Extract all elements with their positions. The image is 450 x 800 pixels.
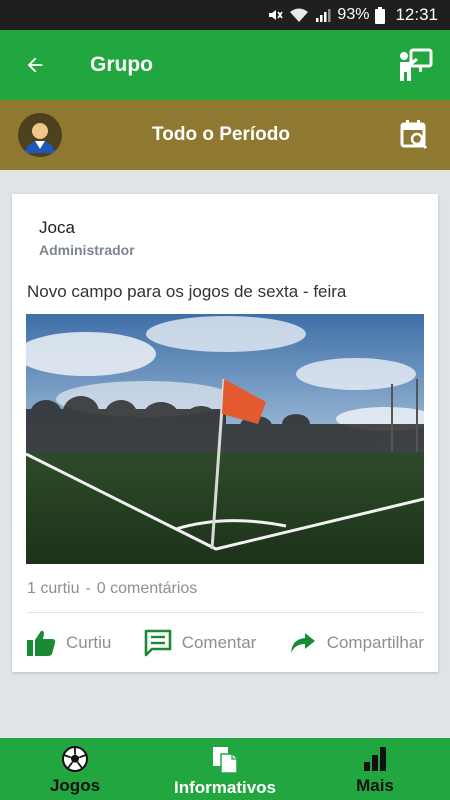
- bar-chart-icon: [364, 747, 386, 771]
- likes-count[interactable]: 1 curtiu: [27, 580, 79, 598]
- page-title: Grupo: [90, 53, 153, 76]
- nav-item-informativos[interactable]: Informativos: [150, 738, 300, 800]
- mute-icon: [267, 7, 284, 23]
- soccer-ball-icon: [62, 746, 88, 772]
- stats-separator: -: [85, 580, 91, 597]
- like-label: Curtiu: [66, 633, 112, 652]
- post-image[interactable]: [26, 314, 424, 564]
- comment-icon: [144, 629, 172, 657]
- nav-item-jogos[interactable]: Jogos: [0, 738, 150, 800]
- nav-label-mais: Mais: [356, 776, 394, 795]
- calendar-search-button[interactable]: [380, 100, 450, 170]
- post-author: Joca: [39, 218, 75, 237]
- nav-item-mais[interactable]: Mais: [300, 738, 450, 800]
- arrow-back-icon: [27, 57, 43, 73]
- documents-icon: [213, 747, 238, 774]
- period-label[interactable]: Todo o Período: [62, 124, 380, 146]
- share-button[interactable]: Compartilhar: [289, 631, 424, 655]
- wifi-icon: [289, 7, 309, 23]
- like-button[interactable]: Curtiu: [26, 629, 111, 657]
- calendar-search-icon: [400, 120, 428, 150]
- signal-icon: [315, 7, 331, 23]
- comment-button[interactable]: Comentar: [144, 629, 257, 657]
- presentation-button[interactable]: [380, 30, 450, 100]
- user-avatar-icon: [18, 113, 62, 157]
- post-card: Joca Administrador Novo campo para os jo…: [12, 194, 438, 672]
- back-button[interactable]: [0, 30, 70, 100]
- clock: 12:31: [395, 5, 438, 24]
- filter-bar: Todo o Período: [0, 100, 450, 170]
- post-text: Novo campo para os jogos de sexta - feir…: [27, 282, 347, 301]
- avatar[interactable]: [18, 113, 62, 157]
- status-bar: 93% 12:31: [0, 0, 450, 30]
- share-label: Compartilhar: [326, 633, 424, 652]
- post-actions: Curtiu Comentar Compartilhar: [26, 624, 424, 662]
- presenter-board-icon: [400, 48, 433, 81]
- comments-count[interactable]: 0 comentários: [97, 580, 198, 598]
- comment-label: Comentar: [181, 633, 257, 652]
- soccer-field-corner-flag-image: [26, 314, 424, 564]
- nav-label-jogos: Jogos: [49, 776, 101, 795]
- bottom-nav: Jogos Informativos Mais: [0, 738, 450, 800]
- divider: [27, 612, 423, 613]
- battery-percent: 93%: [337, 6, 370, 23]
- app-bar: Grupo: [0, 30, 450, 100]
- share-arrow-icon: [290, 633, 315, 653]
- battery-icon: [375, 6, 386, 24]
- thumbs-up-icon: [27, 630, 56, 656]
- post-stats: 1 curtiu - 0 comentários: [27, 580, 197, 598]
- nav-label-informativos: Informativos: [173, 778, 277, 797]
- post-author-role: Administrador: [39, 242, 135, 258]
